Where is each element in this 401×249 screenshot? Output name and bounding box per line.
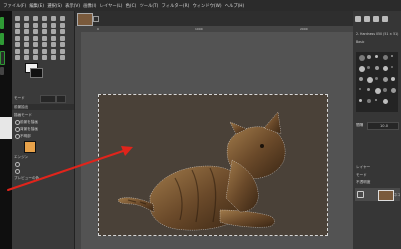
cat-tail (118, 197, 155, 213)
brush-tag: Basic (356, 40, 365, 44)
brush-preset[interactable] (375, 55, 378, 58)
brush-preset[interactable] (383, 88, 387, 92)
brush-preset[interactable] (367, 77, 373, 83)
spacing-label: 間隔 (356, 123, 364, 127)
brush-preset[interactable] (359, 88, 361, 90)
cat-eye (260, 144, 264, 148)
brush-preset[interactable] (359, 99, 362, 102)
fonts-tab-icon[interactable] (373, 16, 379, 22)
cat-front-leg (219, 209, 275, 228)
annotation-arrow (7, 146, 133, 191)
brush-preset[interactable] (375, 66, 379, 70)
brush-preset[interactable] (375, 88, 381, 94)
brush-preset[interactable] (383, 99, 388, 104)
eye-icon[interactable] (357, 191, 364, 198)
spacing-value: 10.0 (380, 124, 389, 128)
brush-preset[interactable] (367, 55, 371, 59)
brushes-tab-icon[interactable] (355, 16, 361, 22)
spacing-slider[interactable]: 10.0 (367, 122, 399, 130)
brush-preset[interactable] (367, 88, 370, 91)
brush-preset[interactable] (367, 99, 371, 103)
cat-illustration (7, 111, 286, 231)
brush-preset[interactable] (359, 66, 365, 72)
brush-grid[interactable] (356, 52, 398, 112)
brush-preset[interactable] (359, 55, 365, 61)
layer-thumbnail (378, 190, 394, 201)
layer-mode-label: モード (356, 173, 367, 177)
brush-preset[interactable] (391, 88, 396, 93)
brush-preset[interactable] (383, 77, 388, 82)
brush-preset[interactable] (383, 55, 388, 60)
brush-preset[interactable] (391, 77, 395, 81)
gradients-tab-icon[interactable] (382, 16, 388, 22)
brush-preset[interactable] (359, 77, 363, 81)
layer-opacity-label: 不透明度 (356, 180, 371, 184)
brush-preset[interactable] (375, 77, 378, 80)
brush-preset[interactable] (367, 66, 370, 69)
patterns-tab-icon[interactable] (364, 16, 370, 22)
brush-preset[interactable] (383, 66, 388, 71)
brush-preset[interactable] (391, 55, 393, 57)
layers-title: レイヤー (356, 165, 371, 169)
brush-preset[interactable] (375, 99, 377, 101)
right-dock (353, 11, 401, 249)
layer-name: ネコ (394, 193, 401, 197)
brush-preset[interactable] (391, 66, 393, 68)
brush-name: 2. Hardness 050 (51 × 51) (356, 32, 399, 36)
